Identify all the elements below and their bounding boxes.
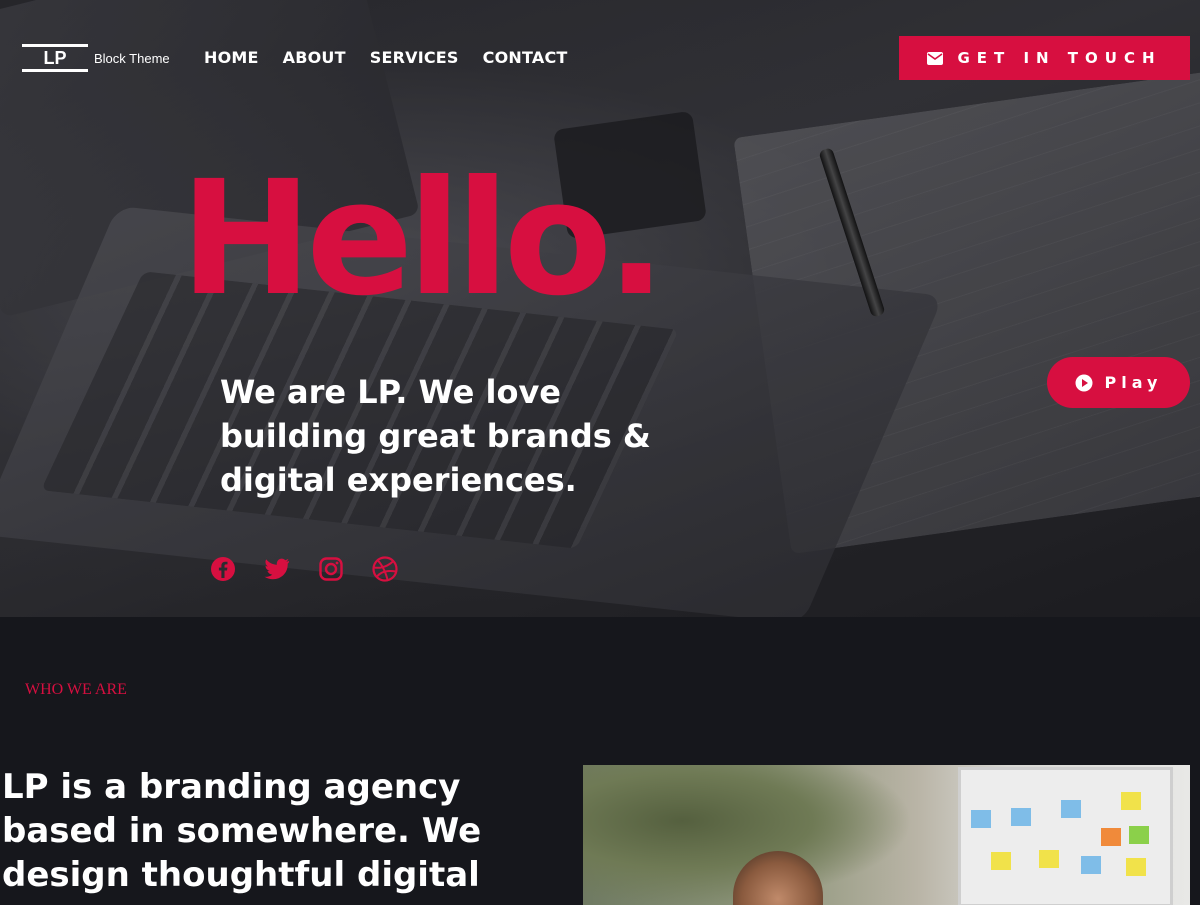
play-label: Play xyxy=(1104,373,1163,392)
hero-headline: Hello. xyxy=(180,147,666,331)
logo-tagline: Block Theme xyxy=(94,50,170,66)
nav-services[interactable]: SERVICES xyxy=(370,48,459,67)
get-in-touch-button[interactable]: GET IN TOUCH xyxy=(899,36,1190,80)
about-text: LP is a branding agency based in somewhe… xyxy=(2,767,482,895)
logo-mark: LP xyxy=(22,44,88,72)
hero-intro: We are LP. We love building great brands… xyxy=(220,373,651,499)
get-in-touch-label: GET IN TOUCH xyxy=(957,49,1162,67)
twitter-icon[interactable] xyxy=(264,556,290,582)
play-icon xyxy=(1075,374,1093,391)
nav-contact[interactable]: CONTACT xyxy=(483,48,568,67)
instagram-icon[interactable] xyxy=(318,556,344,582)
site-logo[interactable]: LP Block Theme xyxy=(22,44,170,72)
facebook-icon[interactable] xyxy=(210,556,236,582)
who-we-are-section: WHO WE ARE LP is a branding agency based… xyxy=(0,617,1200,905)
dribbble-icon[interactable] xyxy=(372,556,398,582)
play-button[interactable]: Play xyxy=(1047,357,1190,408)
envelope-icon xyxy=(927,51,944,65)
photo-whiteboard xyxy=(958,767,1173,905)
section-eyebrow: WHO WE ARE xyxy=(25,681,127,698)
main-nav: HOME ABOUT SERVICES CONTACT xyxy=(204,48,568,67)
team-photo xyxy=(583,765,1190,905)
hero-section: LP Block Theme HOME ABOUT SERVICES CONTA… xyxy=(0,0,1200,617)
social-links xyxy=(210,556,398,582)
nav-home[interactable]: HOME xyxy=(204,48,259,67)
nav-about[interactable]: ABOUT xyxy=(283,48,346,67)
